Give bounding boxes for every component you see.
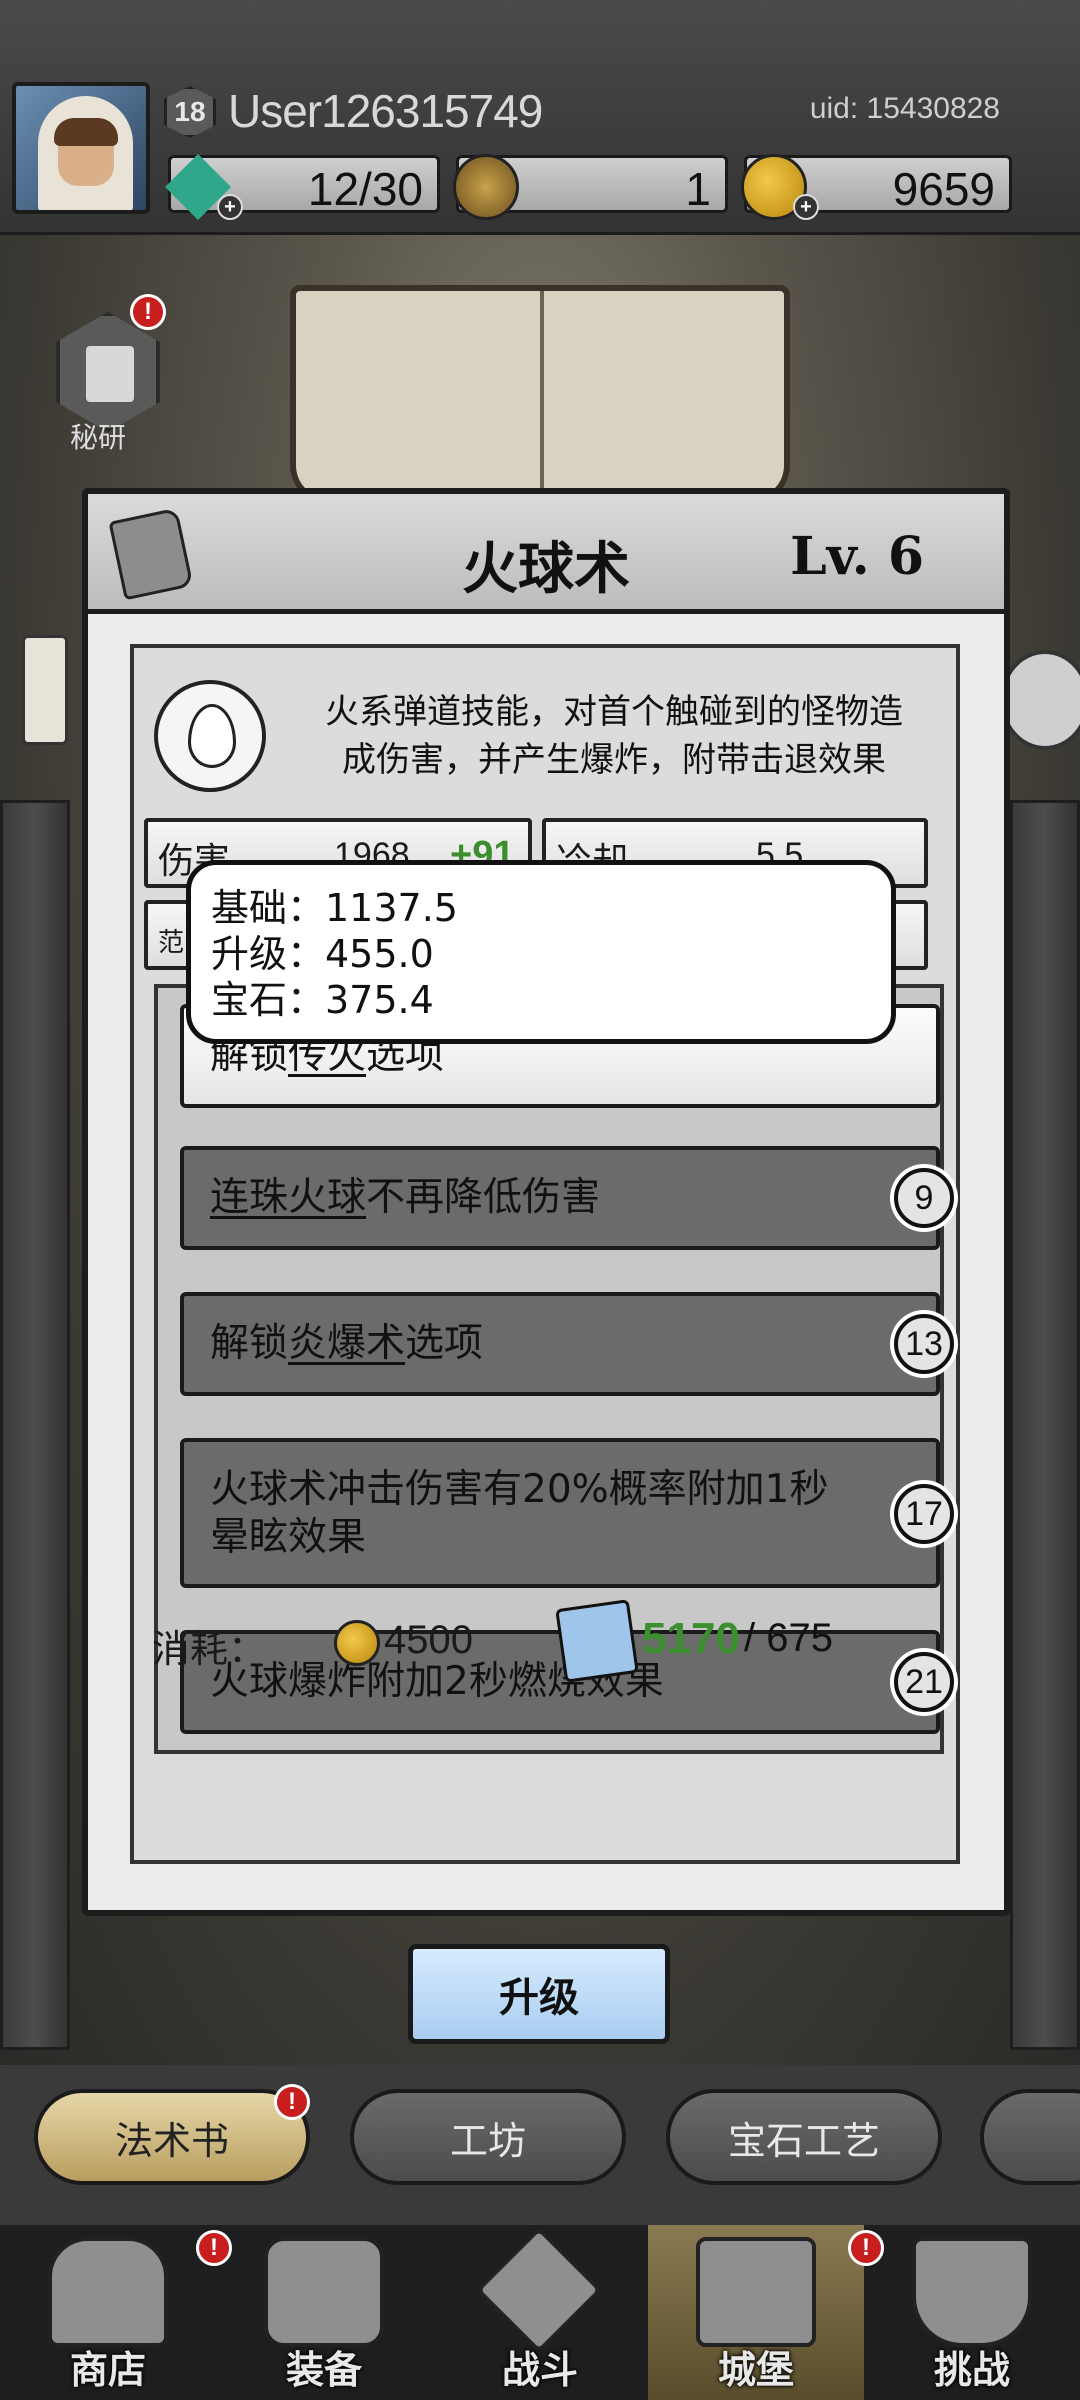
player-level-badge: 18 <box>164 86 216 138</box>
option-line-1: 火球术冲击伤害有20%概率附加1秒 <box>210 1467 829 1512</box>
skill-description-box: 火系弹道技能，对首个触碰到的怪物造 成伤害，并产生爆炸，附带击退效果 <box>144 660 950 810</box>
mechanism-count: 1 <box>685 163 711 215</box>
level-requirement-badge: 9 <box>894 1168 954 1228</box>
gem-count: 12/30 <box>307 163 423 215</box>
crossed-swords-icon <box>475 2226 603 2354</box>
option-highlight: 连珠火球 <box>210 1175 367 1220</box>
damage-breakdown-tooltip: 基础：1137.5 升级：455.0 宝石：375.4 <box>186 860 896 1044</box>
option-locked-lv9[interactable]: 连珠火球不再降低伤害 9 <box>180 1146 954 1250</box>
gold-counter[interactable]: + 9659 <box>741 154 1012 220</box>
nav-shop[interactable]: 商店 <box>0 2225 216 2400</box>
nav-challenge-label: 挑战 <box>933 2348 1010 2392</box>
nav-shop-label: 商店 <box>69 2348 146 2392</box>
option-prefix: 解锁 <box>210 1321 289 1366</box>
secret-research-label: 秘研 <box>70 421 127 454</box>
tab-workshop[interactable]: 工坊 <box>350 2089 626 2185</box>
shop-alert-icon: ! <box>196 2230 232 2266</box>
flame-icon <box>188 704 236 768</box>
user-id: uid: 15430828 <box>809 92 1000 125</box>
secret-alert-icon: ! <box>130 294 166 330</box>
add-gems-icon[interactable]: + <box>217 194 243 220</box>
mechanism-icon <box>453 154 519 220</box>
breakdown-gem: 宝石：375.4 <box>211 978 434 1022</box>
nav-castle-label: 城堡 <box>717 2348 794 2392</box>
skill-level: Lv. 6 <box>790 526 924 587</box>
level-requirement-badge: 17 <box>894 1484 954 1544</box>
username: User126315749 <box>228 85 543 137</box>
spellbook-alert-icon: ! <box>274 2084 310 2120</box>
option-text: 解锁炎爆术选项 <box>210 1320 483 1368</box>
nav-challenge[interactable]: 挑战 <box>864 2225 1080 2400</box>
option-text: 火球术冲击伤害有20%概率附加1秒 晕眩效果 <box>210 1466 829 1562</box>
shop-icon <box>48 2237 168 2347</box>
gem-counter[interactable]: + 12/30 <box>165 154 440 220</box>
left-shelf <box>0 800 70 2050</box>
description-line-1: 火系弹道技能，对首个触碰到的怪物造 <box>325 692 903 732</box>
backpack-icon <box>264 2237 384 2347</box>
description-line-2: 成伤害，并产生爆炸，附带击退效果 <box>342 740 886 780</box>
nav-equipment[interactable]: 装备 <box>216 2225 432 2400</box>
bottom-navigation: 商店 装备 战斗 城堡 挑战 <box>0 2225 1080 2400</box>
castle-alert-icon: ! <box>848 2230 884 2266</box>
skill-fragment-icon <box>555 1599 639 1683</box>
skill-description: 火系弹道技能，对首个触碰到的怪物造 成伤害，并产生爆炸，附带击退效果 <box>294 688 934 784</box>
secret-book-icon <box>86 346 134 402</box>
cost-gold-amount: 4500 <box>384 1618 473 1662</box>
fragments-owned: 5170 <box>642 1614 740 1663</box>
option-suffix: 选项 <box>405 1321 484 1366</box>
castle-icon <box>696 2237 816 2347</box>
upgrade-button[interactable]: 升级 <box>408 1944 670 2044</box>
background-book <box>290 285 790 505</box>
skill-detail-dialog: 火球术 Lv. 6 火系弹道技能，对首个触碰到的怪物造 成伤害，并产生爆炸，附带… <box>82 488 1010 1916</box>
fragments-required: / 675 <box>744 1616 833 1660</box>
gold-coin-icon <box>334 1620 380 1666</box>
upgrade-cost: 消耗： 4500 5170 / 675 <box>88 1599 1004 1694</box>
nav-equipment-label: 装备 <box>285 2348 362 2392</box>
shield-icon <box>912 2237 1032 2347</box>
option-suffix: 不再降低伤害 <box>366 1175 601 1220</box>
gold-count: 9659 <box>892 163 995 215</box>
tab-more[interactable] <box>980 2089 1080 2185</box>
nav-castle[interactable]: 城堡 <box>648 2225 864 2400</box>
option-text: 连珠火球不再降低伤害 <box>210 1174 600 1222</box>
candle-decoration <box>22 635 68 745</box>
dialog-header: 火球术 Lv. 6 <box>88 494 1004 614</box>
cost-label: 消耗： <box>152 1627 267 1671</box>
nav-battle-label: 战斗 <box>501 2348 578 2392</box>
top-bar: 18 User126315749 uid: 15430828 + 12/30 1… <box>0 0 1080 235</box>
nav-battle[interactable]: 战斗 <box>432 2225 648 2400</box>
avatar-hair <box>54 118 118 146</box>
mechanism-counter[interactable]: 1 <box>453 154 728 220</box>
range-label: 范 <box>158 928 185 958</box>
option-highlight: 炎爆术 <box>288 1321 406 1366</box>
option-locked-lv13[interactable]: 解锁炎爆术选项 13 <box>180 1292 954 1396</box>
pocket-watch-decoration <box>1000 650 1080 750</box>
tab-gem-craft[interactable]: 宝石工艺 <box>666 2089 942 2185</box>
tab-spellbook[interactable]: 法术书 <box>34 2089 310 2185</box>
right-shelf <box>1010 800 1080 2050</box>
option-locked-lv17[interactable]: 火球术冲击伤害有20%概率附加1秒 晕眩效果 17 <box>180 1438 954 1588</box>
option-line-2: 晕眩效果 <box>210 1515 367 1560</box>
add-gold-icon[interactable]: + <box>793 194 819 220</box>
sub-tab-bar: 法术书 工坊 宝石工艺 <box>0 2065 1080 2225</box>
player-avatar[interactable] <box>12 82 150 214</box>
level-requirement-badge: 13 <box>894 1314 954 1374</box>
fireball-icon <box>154 680 266 792</box>
